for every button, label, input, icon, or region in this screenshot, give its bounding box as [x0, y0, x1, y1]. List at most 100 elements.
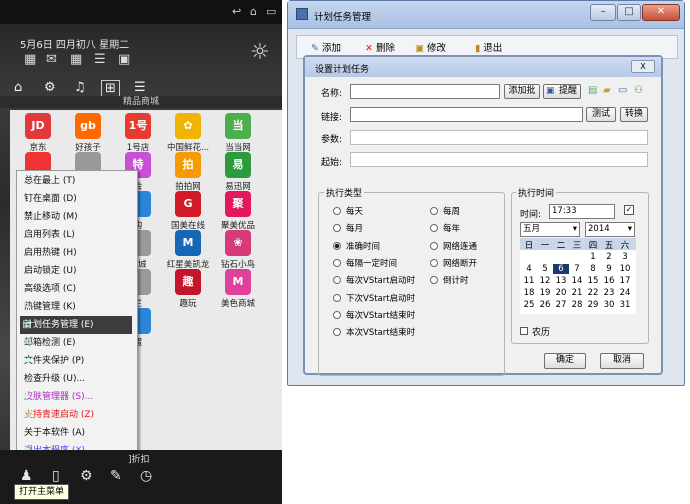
menu-item[interactable]: 热键管理 (K): [24, 298, 136, 316]
grid-icon[interactable]: ▦: [24, 52, 36, 67]
calendar-day[interactable]: 2: [601, 252, 617, 262]
year-select[interactable]: 2014 ▾: [585, 222, 635, 237]
exec-type-radio[interactable]: 每天: [333, 205, 363, 217]
app-tile[interactable]: ❀ 钻石小鸟: [208, 230, 268, 270]
menu-item[interactable]: 钉在桌面 (D): [24, 190, 136, 208]
cancel-button[interactable]: 取消: [600, 353, 644, 369]
menu-item[interactable]: 文件夹保护 (P): [24, 352, 136, 370]
android-icon[interactable]: ♟: [20, 468, 33, 484]
settings-gear-icon[interactable]: ⚙: [80, 468, 93, 484]
menu-item[interactable]: 邮箱检测 (E): [24, 334, 136, 352]
calendar-day[interactable]: 29: [585, 300, 601, 310]
menu-item[interactable]: 支持青速启动 (Z): [24, 406, 136, 424]
add-button[interactable]: ✎ 添加: [311, 40, 341, 54]
exec-type-radio[interactable]: 网络连通: [430, 240, 477, 252]
window-titlebar[interactable]: 计划任务管理 – □ ✕: [288, 1, 684, 29]
headphone-icon[interactable]: ♫: [74, 80, 86, 95]
calendar-day[interactable]: 31: [617, 300, 633, 310]
menu-item[interactable]: 检查升级 (U)...: [24, 370, 136, 388]
calendar-day[interactable]: 27: [553, 300, 569, 310]
convert-button[interactable]: 转换: [620, 107, 648, 122]
network-icon[interactable]: ⚇: [634, 85, 643, 96]
menu-list-icon[interactable]: ☰: [134, 80, 146, 95]
calendar-day[interactable]: 23: [601, 288, 617, 298]
add-batch-button[interactable]: 添加批: [504, 84, 540, 99]
params-input[interactable]: [350, 130, 648, 145]
menu-item[interactable]: 启动锁定 (U): [24, 262, 136, 280]
document-icon[interactable]: ▯: [52, 468, 60, 484]
menu-item[interactable]: 启用热键 (H): [24, 244, 136, 262]
file-icon[interactable]: ▤: [588, 85, 597, 96]
calendar-day[interactable]: 8: [585, 264, 601, 274]
back-icon[interactable]: ↩: [232, 5, 241, 18]
tool-icon[interactable]: ✎: [110, 468, 122, 484]
recent-apps-icon[interactable]: ▭: [266, 5, 276, 18]
calendar-day[interactable]: 12: [537, 276, 553, 286]
calendar-day[interactable]: 24: [617, 288, 633, 298]
name-input[interactable]: [350, 84, 500, 99]
clock-icon[interactable]: ◷: [140, 468, 152, 484]
calendar-day[interactable]: 26: [537, 300, 553, 310]
calendar-day[interactable]: 22: [585, 288, 601, 298]
list-icon[interactable]: ☰: [94, 52, 106, 67]
menu-item[interactable]: 关于本软件 (A): [24, 424, 136, 442]
calendar-day[interactable]: 17: [617, 276, 633, 286]
exec-type-radio[interactable]: 下次VStart启动时: [333, 292, 415, 304]
exec-type-radio[interactable]: 准确时间: [333, 240, 380, 252]
home-icon[interactable]: ⌂: [250, 5, 257, 18]
lunar-checkbox[interactable]: 农历: [520, 325, 550, 338]
start-input[interactable]: [350, 152, 648, 167]
folder-icon[interactable]: ▰: [603, 85, 611, 96]
exec-type-radio[interactable]: 倒计时: [430, 274, 469, 286]
mail-icon[interactable]: ✉: [46, 52, 57, 67]
home-tab-icon[interactable]: ⌂: [14, 80, 22, 95]
exec-type-radio[interactable]: 每隔一定时间: [333, 257, 397, 269]
time-checkbox[interactable]: ✓: [624, 205, 634, 215]
calendar-day[interactable]: 7: [569, 264, 585, 274]
app-tile[interactable]: 易易迅网: [208, 152, 268, 192]
calendar-day[interactable]: 5: [537, 264, 553, 274]
menu-item[interactable]: 高级选项 (C): [24, 280, 136, 298]
exec-type-radio[interactable]: 每年: [430, 222, 460, 234]
settings-icon[interactable]: ⚙: [44, 80, 56, 95]
calendar-day[interactable]: 18: [521, 288, 537, 298]
calendar-day[interactable]: 20: [553, 288, 569, 298]
menu-item[interactable]: 皮肤管理器 (S)...: [24, 388, 136, 406]
month-select[interactable]: 五月 ▾: [520, 222, 580, 237]
calendar-day[interactable]: 30: [601, 300, 617, 310]
exec-type-radio[interactable]: 每周: [430, 205, 460, 217]
calendar-day[interactable]: 15: [585, 276, 601, 286]
apps-icon[interactable]: ▦: [70, 52, 82, 67]
calendar-day[interactable]: 9: [601, 264, 617, 274]
weather-icon[interactable]: ☼: [250, 40, 270, 65]
maximize-button[interactable]: □: [617, 4, 641, 21]
app-tile[interactable]: 当当当网: [208, 113, 268, 153]
remind-button[interactable]: ▣ 提醒: [543, 84, 581, 99]
dialog-close-button[interactable]: X: [631, 60, 655, 73]
calendar-day[interactable]: 25: [521, 300, 537, 310]
minimize-button[interactable]: –: [590, 4, 616, 21]
exec-type-radio[interactable]: 每月: [333, 222, 363, 234]
exec-type-radio[interactable]: 本次VStart结束时: [333, 326, 415, 338]
time-input[interactable]: 17:33: [549, 204, 615, 219]
cart-icon[interactable]: ⊞: [101, 80, 120, 97]
ok-button[interactable]: 确定: [544, 353, 586, 369]
calendar-day[interactable]: 28: [569, 300, 585, 310]
menu-item[interactable]: 启用列表 (L): [24, 226, 136, 244]
app-tile[interactable]: M 美色商城: [208, 269, 268, 309]
menu-item[interactable]: 计划任务管理 (E): [20, 316, 132, 334]
calendar-day[interactable]: 13: [553, 276, 569, 286]
calendar-day[interactable]: 14: [569, 276, 585, 286]
calendar-day[interactable]: 21: [569, 288, 585, 298]
calendar-day[interactable]: 11: [521, 276, 537, 286]
calendar-day[interactable]: 1: [585, 252, 601, 262]
calendar-day[interactable]: 16: [601, 276, 617, 286]
close-button[interactable]: ✕: [642, 4, 680, 21]
exec-type-radio[interactable]: 每次VStart启动时: [333, 274, 415, 286]
calendar-day[interactable]: 19: [537, 288, 553, 298]
calendar-day[interactable]: 3: [617, 252, 633, 262]
window-icon[interactable]: ▣: [118, 52, 130, 67]
link-input[interactable]: [350, 107, 583, 122]
exit-button[interactable]: ▮ 退出: [475, 40, 502, 54]
menu-item[interactable]: 禁止移动 (M): [24, 208, 136, 226]
